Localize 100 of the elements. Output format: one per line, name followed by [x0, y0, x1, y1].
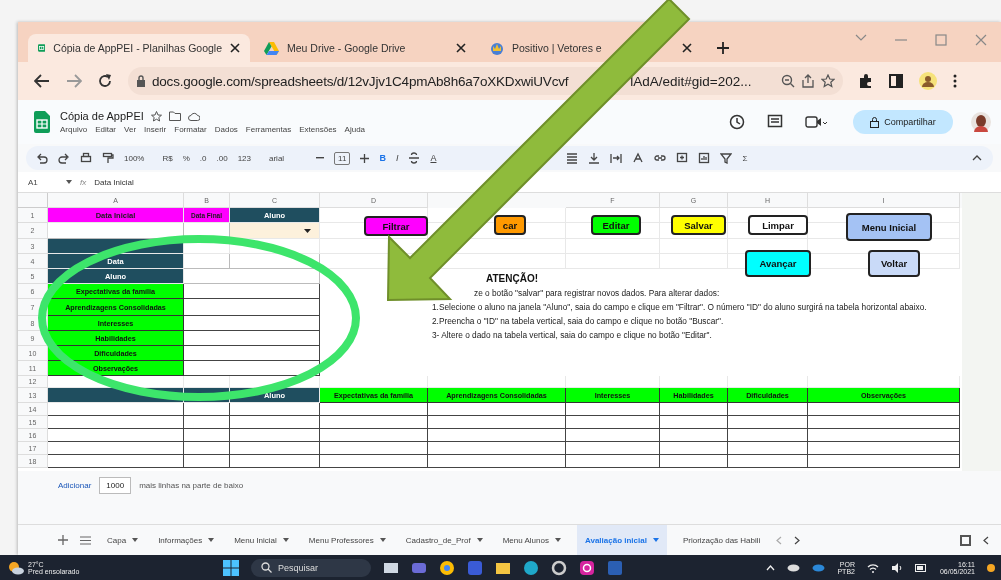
sum-button[interactable]: Σ [742, 153, 748, 163]
caret-icon [379, 538, 386, 542]
menu-item[interactable]: Editar [95, 125, 117, 134]
strikethrough-icon[interactable] [408, 152, 421, 164]
reload-icon[interactable] [98, 74, 112, 88]
add-button[interactable]: Adicionar [58, 480, 92, 490]
close-icon[interactable] [682, 43, 692, 53]
video-icon[interactable] [805, 115, 827, 129]
menu-item[interactable]: Extensões [299, 125, 337, 134]
cloud-icon[interactable] [787, 563, 801, 572]
sheet-tab[interactable]: Menu Alunos [498, 525, 565, 555]
app-icon[interactable] [466, 559, 483, 576]
star-icon[interactable] [150, 110, 162, 122]
font-select[interactable]: arial [269, 153, 285, 163]
print-icon[interactable] [80, 152, 92, 164]
menu-icon[interactable] [80, 535, 91, 545]
decimal-button[interactable]: .00 [216, 153, 228, 163]
sheet-button[interactable]: car [494, 215, 526, 235]
close-icon[interactable] [230, 43, 240, 53]
sheet-button[interactable]: Salvar [671, 215, 726, 235]
currency-button[interactable]: R$ [162, 153, 173, 163]
address-bar[interactable]: docs.google.com/spreadsheets/d/12vJjv1C4pmAb8h6a7oXKDxwiUVcvf lAdA/edit#gid=202... [128, 67, 843, 95]
formula-value[interactable]: Data Inicial [94, 177, 134, 187]
sheet-button[interactable]: Editar [591, 215, 641, 235]
sheet-tab[interactable]: Informações [154, 525, 219, 555]
zoom-icon[interactable] [781, 74, 795, 88]
side-panel-icon[interactable] [889, 74, 903, 88]
star-icon[interactable] [821, 74, 835, 88]
sheet-button[interactable]: Limpar [748, 215, 808, 235]
menu-item[interactable]: Arquivo [60, 125, 88, 134]
comment-icon[interactable] [676, 152, 689, 164]
chart-icon[interactable] [698, 152, 711, 164]
browser-tab[interactable]: Meu Drive - Google Drive [254, 34, 476, 62]
browser-tab[interactable]: Cópia de AppPEI - Planilhas Google [28, 34, 250, 62]
decimal-button[interactable]: .0 [199, 153, 207, 163]
weather-icon[interactable] [8, 560, 24, 575]
cell-reference[interactable]: A1 [28, 177, 58, 187]
speaker-icon[interactable] [890, 562, 903, 573]
chevron-right-icon[interactable] [794, 535, 801, 545]
sheet-button[interactable]: Avançar [745, 250, 811, 277]
align-icon[interactable] [566, 152, 579, 164]
undo-icon[interactable] [36, 152, 48, 164]
redo-icon[interactable] [58, 152, 70, 164]
sheet-tab[interactable]: Priorização das Habili [678, 525, 765, 555]
plus-icon[interactable] [360, 153, 370, 163]
menu-item[interactable]: Ferramentas [245, 125, 292, 134]
link-icon[interactable] [654, 152, 667, 164]
avatar-icon[interactable] [919, 72, 937, 90]
menu-item[interactable]: Ver [124, 125, 137, 134]
chevron-down-icon[interactable] [855, 34, 867, 42]
rotate-icon[interactable] [632, 152, 645, 164]
sheet-tab[interactable]: Cadastro_de_Prof [401, 525, 487, 555]
caret-icon [208, 538, 215, 542]
caret-icon[interactable] [66, 180, 72, 184]
more-icon[interactable] [953, 74, 957, 88]
avatar-icon[interactable] [971, 112, 991, 132]
windows-icon[interactable] [222, 559, 239, 576]
chevron-up-icon[interactable] [766, 564, 776, 571]
dropdown-field[interactable] [230, 223, 320, 239]
zoom-select[interactable]: 100% [124, 153, 145, 163]
filter-icon[interactable] [720, 152, 733, 164]
sheet-button[interactable]: Menu Inicial [846, 213, 932, 241]
history-icon[interactable] [729, 114, 745, 130]
notification-icon[interactable] [987, 563, 995, 572]
italic-button[interactable]: I [395, 153, 399, 163]
menu-item[interactable]: Inserir [144, 125, 167, 134]
comment-icon[interactable] [767, 114, 783, 130]
minus-button[interactable] [316, 157, 325, 159]
menu-item[interactable]: Ajuda [344, 125, 366, 134]
sheet-tab[interactable]: Capa [103, 525, 143, 555]
chevron-left-icon[interactable] [983, 535, 989, 545]
sheet-tab[interactable]: Menu Inicial [230, 525, 293, 555]
document-title[interactable]: Cópia de AppPEI [60, 110, 144, 122]
folder-icon[interactable] [168, 111, 181, 121]
row-count-field[interactable]: 1000 [99, 476, 132, 494]
bold-button[interactable]: B [379, 153, 386, 163]
wifi-icon[interactable] [866, 562, 879, 573]
new-tab-icon[interactable] [716, 41, 730, 55]
close-icon[interactable] [456, 43, 466, 53]
search-field[interactable]: Pesquisar [250, 558, 371, 577]
text-color-button[interactable]: A [430, 153, 437, 163]
sheet-tab[interactable]: Avaliação inicial [576, 525, 667, 555]
add-sheet-icon[interactable] [58, 535, 68, 545]
share-button[interactable]: Compartilhar [853, 110, 953, 134]
valign-icon[interactable] [588, 152, 601, 164]
percent-button[interactable]: % [182, 153, 190, 163]
back-icon[interactable] [34, 74, 50, 88]
menu-item[interactable]: Dados [214, 125, 238, 134]
number-format-button[interactable]: 123 [237, 153, 251, 163]
sheet-button[interactable]: Voltar [868, 250, 920, 277]
table-cell [184, 254, 230, 269]
battery-icon[interactable] [914, 563, 928, 572]
sheet-button[interactable]: Filtrar [364, 216, 428, 236]
share-icon[interactable] [801, 74, 815, 88]
puzzle-icon[interactable] [859, 74, 873, 88]
font-size-field[interactable]: 11 [334, 151, 351, 165]
wrap-icon[interactable] [610, 152, 623, 164]
sheet-tab[interactable]: Menu Professores [304, 525, 390, 555]
menu-item[interactable]: Formatar [174, 125, 207, 134]
paint-format-icon[interactable] [102, 152, 114, 164]
